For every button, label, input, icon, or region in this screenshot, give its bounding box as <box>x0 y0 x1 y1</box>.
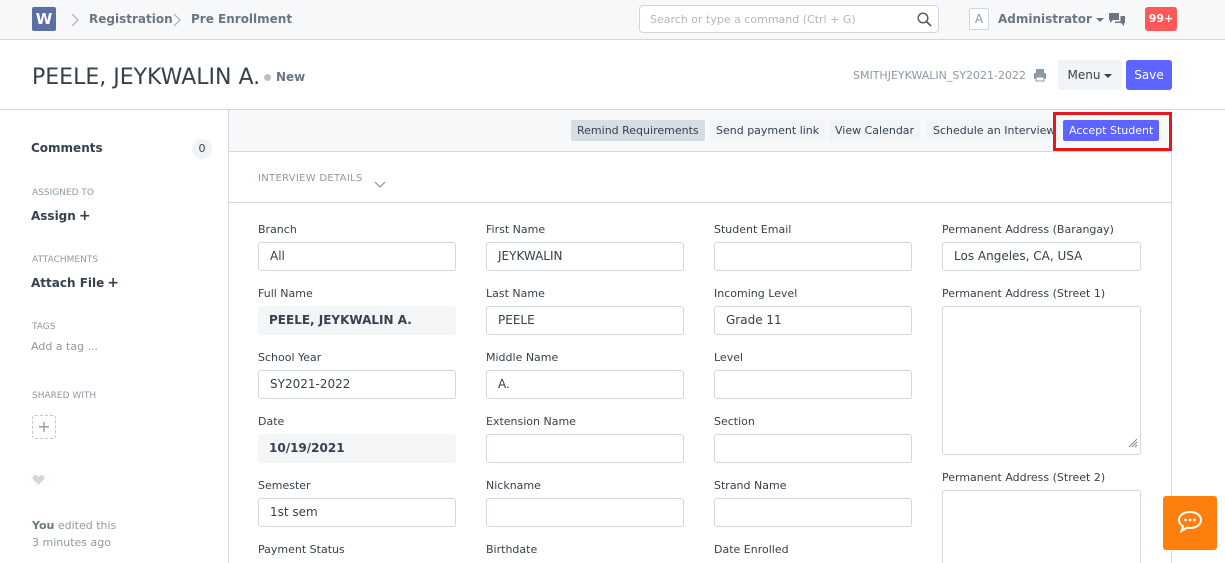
form-sidebar: Comments 0 ASSIGNED TO Assign + ATTACHMEN… <box>0 111 228 563</box>
tags-label: TAGS <box>32 322 56 332</box>
plus-icon: + <box>107 275 119 291</box>
level-field[interactable] <box>714 370 912 399</box>
send-payment-link-button[interactable]: Send payment link <box>710 120 826 141</box>
status-indicator-icon <box>264 74 271 81</box>
incoming-level-label: Incoming Level <box>714 287 798 300</box>
breadcrumb-pre-enrollment[interactable]: Pre Enrollment <box>191 12 292 26</box>
chat-support-button[interactable] <box>1163 496 1217 550</box>
semester-field[interactable]: 1st sem <box>258 498 456 527</box>
middle-name-field[interactable]: A. <box>486 370 684 399</box>
notifications-badge[interactable]: 99+ <box>1145 7 1177 31</box>
extension-name-label: Extension Name <box>486 415 576 428</box>
add-tag-input[interactable]: Add a tag ... <box>31 340 98 353</box>
perm-barangay-label: Permanent Address (Barangay) <box>942 223 1114 236</box>
breadcrumb-registration[interactable]: Registration <box>89 12 173 26</box>
nickname-label: Nickname <box>486 479 541 492</box>
chat-bubbles-icon[interactable] <box>1108 12 1126 31</box>
strand-name-label: Strand Name <box>714 479 787 492</box>
attach-file-label: Attach File <box>31 276 105 290</box>
extension-name-field[interactable] <box>486 434 684 463</box>
form-action-bar: Remind Requirements Send payment link Vi… <box>229 110 1172 152</box>
top-navbar: W Registration Pre Enrollment A Administ… <box>0 0 1225 40</box>
page-header: PEELE, JEYKWALIN A. New SMITHJEYKWALIN_S… <box>0 40 1225 110</box>
accept-student-button[interactable]: Accept Student <box>1063 120 1160 141</box>
page-title: PEELE, JEYKWALIN A. <box>32 65 261 90</box>
chevron-down-icon <box>374 174 386 193</box>
comments-count: 0 <box>192 139 212 159</box>
school-year-label: School Year <box>258 351 322 364</box>
resize-grip-icon[interactable] <box>1128 433 1138 452</box>
strand-name-field[interactable] <box>714 498 912 527</box>
schedule-interview-button[interactable]: Schedule an Interview <box>927 120 1062 141</box>
date-label: Date <box>258 415 285 428</box>
school-year-field[interactable]: SY2021-2022 <box>258 370 456 399</box>
attach-file-link[interactable]: Attach File + <box>31 275 119 291</box>
section-title: INTERVIEW DETAILS <box>258 173 363 184</box>
date-value: 10/19/2021 <box>258 434 456 463</box>
comments-link[interactable]: Comments <box>31 141 103 155</box>
status-badge: New <box>276 70 306 84</box>
semester-label: Semester <box>258 479 311 492</box>
share-add-button[interactable]: + <box>32 415 56 439</box>
perm-street2-label: Permanent Address (Street 2) <box>942 471 1106 484</box>
middle-name-label: Middle Name <box>486 351 559 364</box>
section-field[interactable] <box>714 434 912 463</box>
caret-down-icon <box>1095 17 1104 22</box>
edited-by: You <box>32 519 55 532</box>
chevron-right-icon <box>70 12 80 28</box>
user-menu[interactable]: Administrator <box>998 12 1104 26</box>
full-name-value: PEELE, JEYKWALIN A. <box>258 306 456 335</box>
payment-status-label: Payment Status <box>258 543 345 556</box>
first-name-field[interactable]: JEYKWALIN <box>486 242 684 271</box>
interview-details-section-header[interactable]: INTERVIEW DETAILS <box>229 153 1172 203</box>
full-name-label: Full Name <box>258 287 313 300</box>
document-name: SMITHJEYKWALIN_SY2021-2022 <box>853 69 1027 82</box>
branch-label: Branch <box>258 223 297 236</box>
remind-requirements-button[interactable]: Remind Requirements <box>571 120 705 141</box>
perm-street1-label: Permanent Address (Street 1) <box>942 287 1106 300</box>
chevron-right-icon <box>172 12 182 28</box>
student-email-label: Student Email <box>714 223 792 236</box>
chat-icon <box>1177 510 1203 534</box>
assign-link-label: Assign <box>31 209 76 223</box>
perm-street1-textarea[interactable] <box>942 306 1141 455</box>
last-name-label: Last Name <box>486 287 545 300</box>
user-name: Administrator <box>998 12 1092 26</box>
shared-with-label: SHARED WITH <box>32 391 97 401</box>
edited-time: 3 minutes ago <box>32 536 111 549</box>
level-label: Level <box>714 351 744 364</box>
incoming-level-field[interactable]: Grade 11 <box>714 306 912 335</box>
attachments-label: ATTACHMENTS <box>32 255 99 265</box>
form-area: Remind Requirements Send payment link Vi… <box>228 110 1172 563</box>
edited-text: edited this <box>54 519 117 532</box>
printer-icon[interactable] <box>1033 67 1047 86</box>
search-input[interactable] <box>640 6 910 32</box>
perm-barangay-field[interactable]: Los Angeles, CA, USA <box>942 242 1141 271</box>
last-name-field[interactable]: PEELE <box>486 306 684 335</box>
assign-link[interactable]: Assign + <box>31 208 91 224</box>
branch-field[interactable]: All <box>258 242 456 271</box>
plus-icon: + <box>37 417 51 436</box>
search-bar <box>639 5 939 33</box>
view-calendar-button[interactable]: View Calendar <box>829 120 921 141</box>
avatar[interactable]: A <box>969 8 989 30</box>
search-icon[interactable] <box>917 12 932 31</box>
first-name-label: First Name <box>486 223 546 236</box>
save-button[interactable]: Save <box>1126 60 1172 90</box>
app-logo[interactable]: W <box>32 7 56 31</box>
menu-button[interactable]: Menu <box>1058 60 1122 90</box>
last-edited-info: You edited this 3 minutes ago <box>32 517 116 551</box>
date-enrolled-label: Date Enrolled <box>714 543 789 556</box>
nickname-field[interactable] <box>486 498 684 527</box>
birthdate-label: Birthdate <box>486 543 538 556</box>
caret-down-icon <box>1104 73 1113 78</box>
perm-street2-textarea[interactable] <box>942 490 1141 563</box>
plus-icon: + <box>78 208 91 224</box>
menu-button-label: Menu <box>1067 68 1101 82</box>
section-label: Section <box>714 415 755 428</box>
assigned-to-label: ASSIGNED TO <box>32 188 95 198</box>
student-email-field[interactable] <box>714 242 912 271</box>
heart-icon[interactable] <box>32 471 45 490</box>
